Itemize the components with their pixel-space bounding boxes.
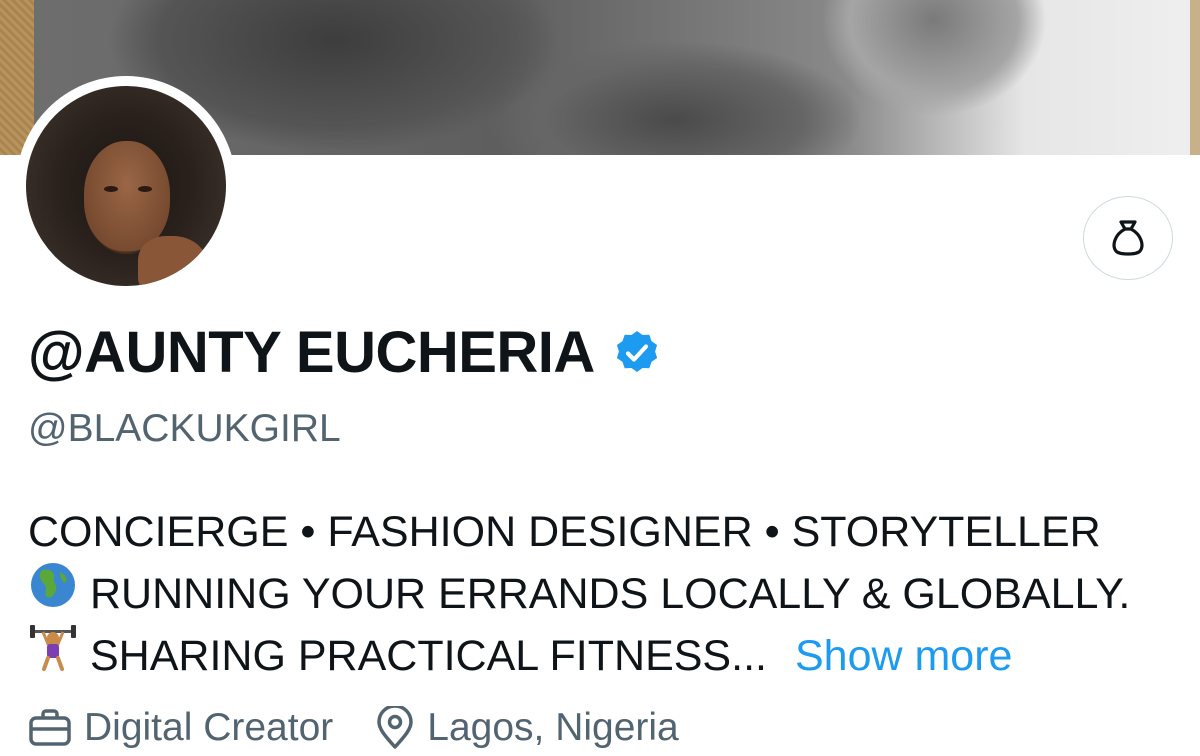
globe-emoji-icon: [28, 560, 90, 629]
location-item: Lagos, Nigeria: [375, 706, 679, 750]
bio-line-2: RUNNING YOUR ERRANDS LOCALLY & GLOBALLY.: [28, 562, 1188, 625]
profile-meta: Digital Creator Lagos, Nigeria: [28, 700, 721, 756]
user-handle: @BLACKUKGIRL: [28, 407, 341, 450]
weightlifter-emoji-icon: [28, 622, 90, 691]
location-pin-icon: [377, 706, 414, 749]
avatar-face: [84, 141, 170, 251]
banner-frame-right: [1190, 0, 1200, 155]
bio-line-2-text: RUNNING YOUR ERRANDS LOCALLY & GLOBALLY.: [90, 570, 1131, 618]
bio-line-3-text: SHARING PRACTICAL FITNESS...: [90, 632, 767, 680]
avatar-hand: [138, 236, 208, 286]
avatar[interactable]: [26, 86, 226, 286]
location-label: Lagos, Nigeria: [427, 706, 679, 749]
show-more-link[interactable]: Show more: [795, 625, 1012, 687]
briefcase-icon: [29, 709, 71, 746]
display-name-row: @AUNTY EUCHERIA: [28, 318, 661, 388]
avatar-eye-right: [138, 186, 152, 192]
gift-button[interactable]: [1083, 196, 1173, 280]
avatar-eye-left: [104, 186, 118, 192]
bio: CONCIERGE • FASHION DESIGNER • STORYTELL…: [28, 501, 1188, 687]
display-name: @AUNTY EUCHERIA: [28, 320, 595, 385]
category-item: Digital Creator: [28, 706, 333, 750]
verified-badge-icon[interactable]: [613, 329, 661, 377]
bio-line-1: CONCIERGE • FASHION DESIGNER • STORYTELL…: [28, 508, 1101, 556]
bio-line-3: SHARING PRACTICAL FITNESS... Show more: [28, 624, 1188, 687]
money-bag-icon: [1112, 220, 1144, 256]
category-label: Digital Creator: [84, 706, 334, 749]
